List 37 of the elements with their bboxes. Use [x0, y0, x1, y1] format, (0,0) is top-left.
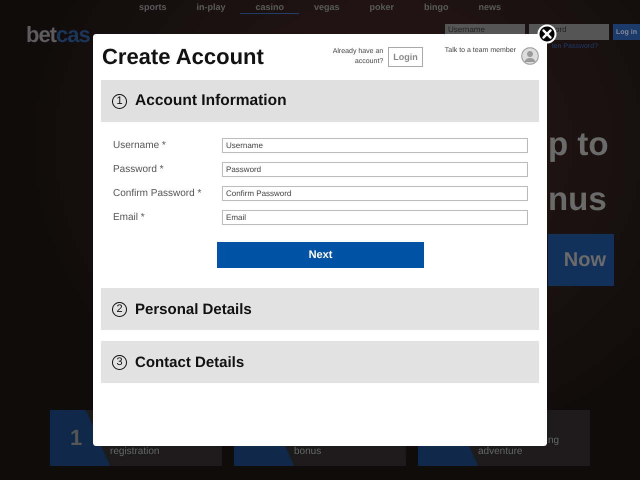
input-field[interactable]: Email — [222, 210, 528, 224]
hero-headline: nus — [548, 179, 607, 219]
nav-link[interactable]: casino — [240, 0, 299, 14]
field-label: Email * — [113, 212, 146, 222]
nav-link[interactable]: in-play — [181, 0, 240, 14]
nav-link[interactable]: vegas — [298, 0, 355, 14]
section-header[interactable]: 2 Personal Details — [101, 288, 539, 330]
field-label: Confirm Password * — [113, 188, 202, 198]
step-text: ng — [548, 435, 560, 446]
nav-link[interactable]: sports — [124, 0, 182, 14]
section-title: Contact Details — [135, 354, 244, 370]
step-number: 2 — [112, 302, 127, 316]
close-button[interactable] — [537, 24, 557, 44]
step-number: 1 — [112, 94, 127, 108]
step-text: bonus — [294, 446, 322, 457]
step-text: registration — [110, 446, 160, 457]
nav-link[interactable]: bingo — [409, 0, 464, 14]
section-header[interactable]: 3 Contact Details — [101, 341, 539, 383]
input-field[interactable]: Username — [222, 138, 528, 152]
input-field[interactable]: Password — [222, 162, 528, 176]
login-button[interactable]: Login — [388, 47, 423, 67]
next-button[interactable]: Next — [217, 242, 424, 268]
nav-link[interactable]: poker — [354, 0, 410, 14]
section-title: Personal Details — [135, 300, 252, 318]
input-field[interactable]: Confirm Password — [222, 186, 528, 200]
logo[interactable]: betcas — [26, 24, 90, 46]
step-text: adventure — [478, 446, 522, 457]
dialog-title: Create Account — [102, 44, 265, 70]
nav-link[interactable]: news — [464, 0, 516, 14]
step-number: 1 — [70, 425, 82, 451]
join-button[interactable]: Now — [548, 234, 614, 286]
step-number: 3 — [112, 354, 127, 370]
section-header[interactable]: 1 Account Information — [101, 80, 539, 122]
field-label: Password * — [113, 164, 165, 174]
field-label: Username * — [113, 140, 167, 150]
hero-headline: p to — [548, 124, 608, 164]
section-title: Account Information — [135, 92, 287, 110]
